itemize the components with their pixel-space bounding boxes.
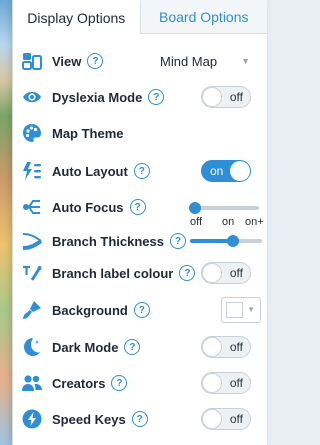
speed-keys-row: Speed Keys ? off (13, 405, 268, 433)
speed-keys-label-text: Speed Keys (52, 411, 126, 427)
toggle-knob (202, 87, 222, 107)
dyslexia-toggle-state: off (229, 90, 243, 104)
background-label-text: Background (52, 302, 128, 318)
toggle-knob (202, 373, 222, 393)
dark-mode-help-icon[interactable]: ? (124, 339, 141, 355)
creators-label: Creators ? (52, 375, 128, 391)
speed-keys-help-icon[interactable]: ? (131, 411, 148, 427)
auto-focus-slider-thumb[interactable] (189, 202, 201, 214)
dark-mode-label-text: Dark Mode (52, 339, 119, 355)
background-colour-picker[interactable]: ▼ (221, 297, 261, 323)
moon-icon (21, 336, 43, 358)
eye-icon (21, 86, 43, 108)
branch-thickness-icon (21, 230, 43, 252)
options-panel: Display Options Board Options View ? Min… (12, 0, 267, 445)
toggle-knob (202, 263, 222, 283)
speed-keys-label: Speed Keys ? (52, 411, 148, 427)
toggle-knob (230, 161, 250, 181)
toggle-knob (202, 337, 222, 357)
background-label: Background ? (52, 302, 150, 318)
view-select[interactable]: Mind Map ▼ (136, 50, 254, 72)
auto-focus-label: Auto Focus ? (52, 199, 146, 215)
dark-mode-toggle-state: off (229, 340, 243, 354)
tab-board-options[interactable]: Board Options (140, 0, 267, 33)
branch-label-colour-row: Branch label colour ? off (13, 259, 268, 287)
speed-keys-toggle-state: off (229, 412, 243, 426)
branch-label-colour-help-icon[interactable]: ? (179, 265, 196, 281)
tab-bar: Display Options Board Options (13, 0, 267, 34)
creators-row: Creators ? off (13, 369, 268, 397)
chevron-down-icon: ▼ (241, 56, 250, 66)
auto-layout-toggle[interactable]: on (201, 160, 251, 182)
background-help-icon[interactable]: ? (133, 302, 150, 318)
lightning-layout-icon (21, 160, 43, 182)
view-label-text: View (52, 53, 82, 69)
auto-focus-slider[interactable] (191, 206, 259, 210)
map-theme-row[interactable]: Map Theme (13, 119, 268, 147)
colour-brush-icon (21, 262, 43, 284)
branch-thickness-label: Branch Thickness ? (52, 233, 186, 249)
dyslexia-label-text: Dyslexia Mode (52, 89, 143, 105)
auto-focus-label-text: Auto Focus (52, 199, 124, 215)
background-row: Background ? ▼ (13, 296, 268, 324)
background-colour-swatch (226, 302, 243, 318)
paint-brush-icon (21, 299, 43, 321)
auto-focus-help-icon[interactable]: ? (129, 199, 146, 215)
focus-branches-icon (21, 196, 43, 218)
speed-keys-toggle[interactable]: off (201, 408, 251, 430)
view-label: View ? (52, 53, 104, 69)
dyslexia-help-icon[interactable]: ? (148, 89, 165, 105)
dark-mode-label: Dark Mode ? (52, 339, 141, 355)
chevron-down-icon: ▼ (247, 305, 255, 314)
background-map-edge (0, 0, 12, 445)
creators-toggle[interactable]: off (201, 372, 251, 394)
branch-thickness-help-icon[interactable]: ? (170, 233, 186, 249)
auto-layout-toggle-state: on (210, 164, 224, 178)
dyslexia-toggle[interactable]: off (201, 86, 251, 108)
palette-icon (21, 122, 43, 144)
dark-mode-toggle[interactable]: off (201, 336, 251, 358)
map-theme-label: Map Theme (52, 125, 124, 141)
branch-label-colour-toggle[interactable]: off (201, 262, 251, 284)
branch-thickness-slider-thumb[interactable] (227, 235, 239, 247)
auto-layout-label-text: Auto Layout (52, 163, 128, 179)
branch-label-colour-toggle-state: off (229, 266, 243, 280)
creators-help-icon[interactable]: ? (111, 375, 128, 391)
tab-display-options[interactable]: Display Options (13, 1, 141, 34)
creators-label-text: Creators (52, 375, 106, 391)
creators-toggle-state: off (229, 376, 243, 390)
branch-label-colour-label-text: Branch label colour (52, 265, 174, 281)
users-icon (21, 372, 43, 394)
dyslexia-label: Dyslexia Mode ? (52, 89, 165, 105)
lightning-icon (21, 408, 43, 430)
branch-thickness-label-text: Branch Thickness (52, 233, 164, 249)
branch-label-colour-label: Branch label colour ? (52, 265, 196, 281)
auto-layout-label: Auto Layout ? (52, 163, 150, 179)
auto-layout-row: Auto Layout ? on (13, 157, 268, 185)
dyslexia-row: Dyslexia Mode ? off (13, 83, 268, 111)
auto-layout-help-icon[interactable]: ? (133, 163, 150, 179)
view-layout-icon (21, 50, 43, 72)
view-select-value: Mind Map (160, 53, 218, 69)
view-row: View ? Mind Map ▼ (13, 47, 268, 75)
view-help-icon[interactable]: ? (87, 53, 104, 69)
toggle-knob (202, 409, 222, 429)
dark-mode-row: Dark Mode ? off (13, 333, 268, 361)
